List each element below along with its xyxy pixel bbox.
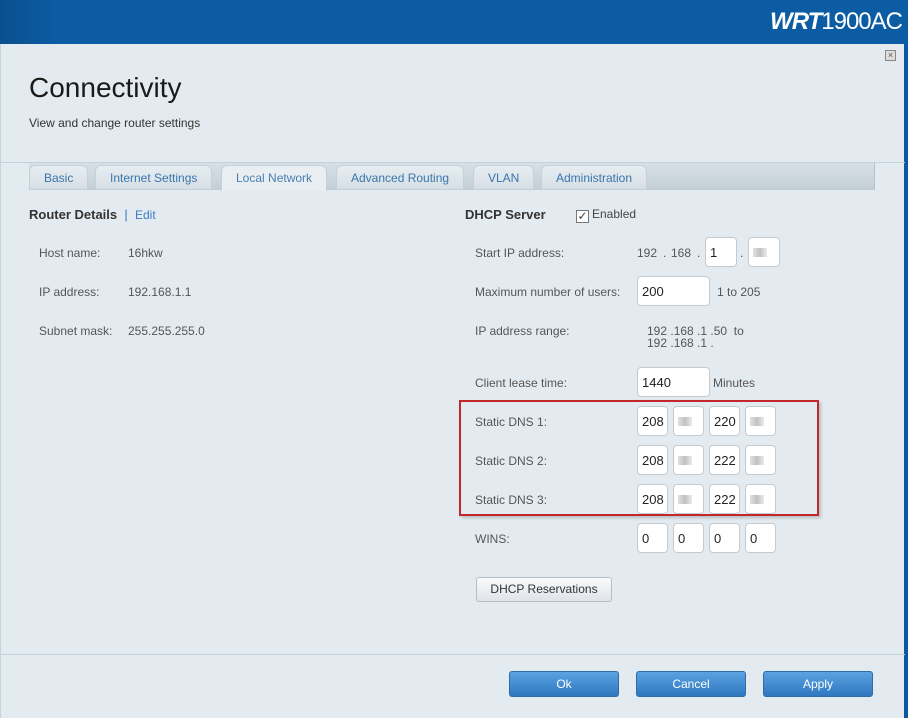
dns1-label: Static DNS 1: [475, 415, 548, 429]
ok-button[interactable]: Ok [509, 671, 619, 697]
edit-link[interactable]: Edit [135, 208, 156, 222]
dot: . [697, 246, 701, 260]
lease-time-input[interactable]: 1440 [637, 367, 710, 397]
footer-divider [1, 654, 905, 655]
start-ip-octet-1: 192 [637, 246, 658, 260]
dhcp-enabled-checkbox[interactable]: ✓ Enabled [576, 207, 636, 223]
dns2-octet-1[interactable]: 208 [637, 445, 668, 475]
lease-time-unit: Minutes [713, 376, 756, 390]
lease-time-label: Client lease time: [475, 376, 568, 390]
ip-address-label: IP address: [39, 285, 100, 299]
dns1-octet-4[interactable] [745, 406, 776, 436]
dns3-octet-2[interactable] [673, 484, 704, 514]
router-details-heading: Router Details | Edit [29, 207, 156, 222]
start-ip-octet-4-input[interactable] [748, 237, 780, 267]
wins-octet-2[interactable]: 0 [673, 523, 704, 553]
subnet-mask-value: 255.255.255.0 [128, 324, 205, 338]
connectivity-panel: × Connectivity View and change router se… [0, 44, 905, 718]
dot: . [663, 246, 667, 260]
tab-advanced-routing[interactable]: Advanced Routing [336, 165, 465, 189]
dns2-octet-2[interactable] [673, 445, 704, 475]
ip-address-value: 192.168.1.1 [128, 285, 192, 299]
max-users-label: Maximum number of users: [475, 285, 621, 299]
wins-label: WINS: [475, 532, 510, 546]
tab-administration[interactable]: Administration [541, 165, 648, 189]
tab-internet-settings[interactable]: Internet Settings [95, 165, 213, 189]
dns3-octet-3[interactable]: 222 [709, 484, 740, 514]
host-name-value: 16hkw [128, 246, 163, 260]
wins-octet-1[interactable]: 0 [637, 523, 668, 553]
dns2-octet-4[interactable] [745, 445, 776, 475]
dns2-octet-3[interactable]: 222 [709, 445, 740, 475]
tab-bar: Basic Internet Settings Local Network Ad… [29, 163, 875, 191]
max-users-input[interactable]: 200 [637, 276, 710, 306]
brand-model: 1900AC [821, 8, 903, 35]
enabled-label: Enabled [592, 207, 637, 221]
page-title: Connectivity [29, 72, 182, 103]
dns3-octet-1[interactable]: 208 [637, 484, 668, 514]
max-users-range: 1 to 205 [717, 285, 761, 299]
dns2-label: Static DNS 2: [475, 454, 548, 468]
dns3-label: Static DNS 3: [475, 493, 548, 507]
dhcp-server-heading: DHCP Server [465, 207, 546, 222]
tab-local-network[interactable]: Local Network [221, 165, 328, 191]
dns1-octet-3[interactable]: 220 [709, 406, 740, 436]
tab-basic[interactable]: Basic [29, 165, 89, 189]
brand-logo: WRT1900AC [770, 8, 903, 36]
header-bar: WRT1900AC [0, 0, 908, 44]
cancel-button[interactable]: Cancel [636, 671, 746, 697]
dhcp-reservations-button[interactable]: DHCP Reservations [476, 577, 612, 602]
start-ip-octet-2: 168 [671, 246, 692, 260]
tab-vlan[interactable]: VLAN [473, 165, 535, 189]
wins-octet-3[interactable]: 0 [709, 523, 740, 553]
dot: . [740, 246, 744, 260]
checkbox-checked-icon[interactable]: ✓ [576, 210, 589, 223]
dns3-octet-4[interactable] [745, 484, 776, 514]
start-ip-label: Start IP address: [475, 246, 565, 260]
close-icon[interactable]: × [885, 50, 896, 61]
brand-bold: WRT [770, 8, 822, 35]
page-subtitle: View and change router settings [29, 116, 201, 130]
host-name-label: Host name: [39, 246, 101, 260]
dns1-octet-1[interactable]: 208 [637, 406, 668, 436]
ip-range-end: 192 .168 .1 . [647, 336, 714, 350]
wins-octet-4[interactable]: 0 [745, 523, 776, 553]
start-ip-octet-3-input[interactable]: 1 [705, 237, 737, 267]
router-details-title: Router Details [29, 207, 118, 222]
tab-strip: Basic Internet Settings Local Network Ad… [1, 162, 905, 191]
dns1-octet-2[interactable] [673, 406, 704, 436]
subnet-mask-label: Subnet mask: [39, 324, 113, 338]
apply-button[interactable]: Apply [763, 671, 873, 697]
ip-range-label: IP address range: [475, 324, 570, 338]
